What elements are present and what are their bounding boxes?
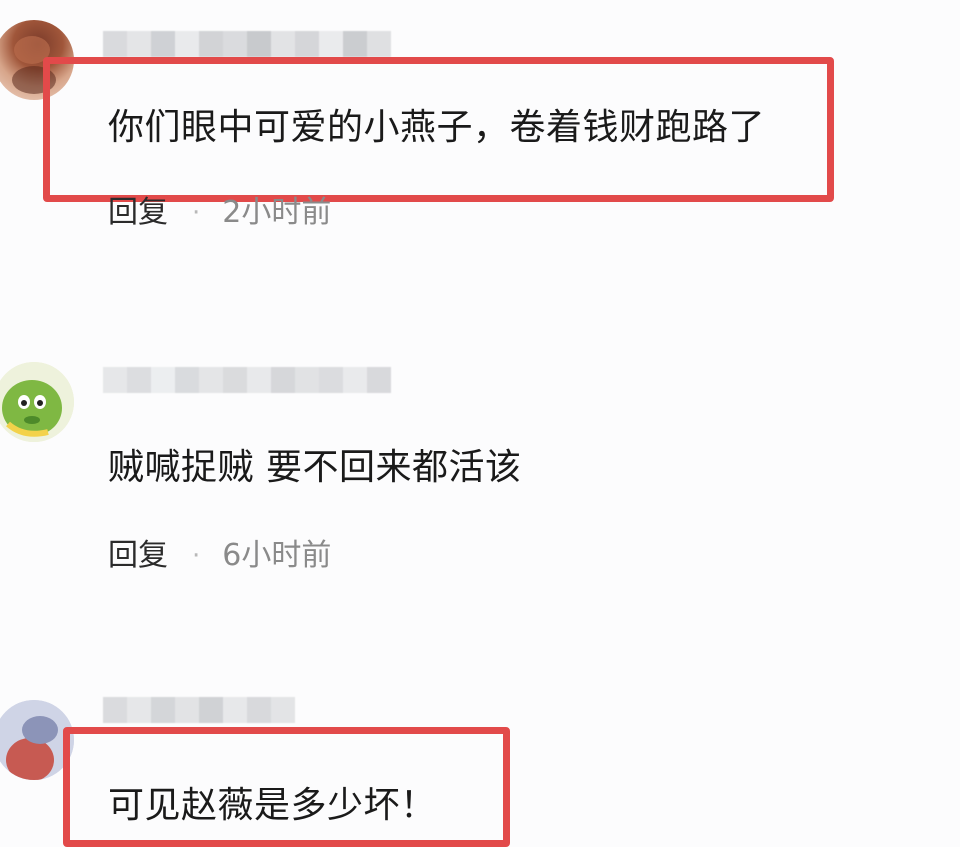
comment-text: 你们眼中可爱的小燕子，卷着钱财跑路了 xyxy=(108,107,766,148)
reply-button[interactable]: 回复 xyxy=(108,538,168,574)
username-redacted xyxy=(103,697,295,723)
meta-separator: · xyxy=(192,541,201,571)
comment-text: 可见赵薇是多少坏！ xyxy=(108,785,437,826)
avatar[interactable] xyxy=(0,362,74,442)
username-redacted xyxy=(103,367,391,393)
timestamp: 2小时前 xyxy=(222,195,332,230)
username-redacted xyxy=(103,31,391,57)
timestamp: 6小时前 xyxy=(222,538,332,573)
comment-meta: 回复 · 2小时前 xyxy=(108,195,331,231)
avatar-image xyxy=(0,362,74,442)
reply-button[interactable]: 回复 xyxy=(108,195,168,231)
comment-meta: 回复 · 6小时前 xyxy=(108,538,331,574)
meta-separator: · xyxy=(192,198,201,228)
comment-text: 贼喊捉贼 要不回来都活该 xyxy=(108,447,522,488)
